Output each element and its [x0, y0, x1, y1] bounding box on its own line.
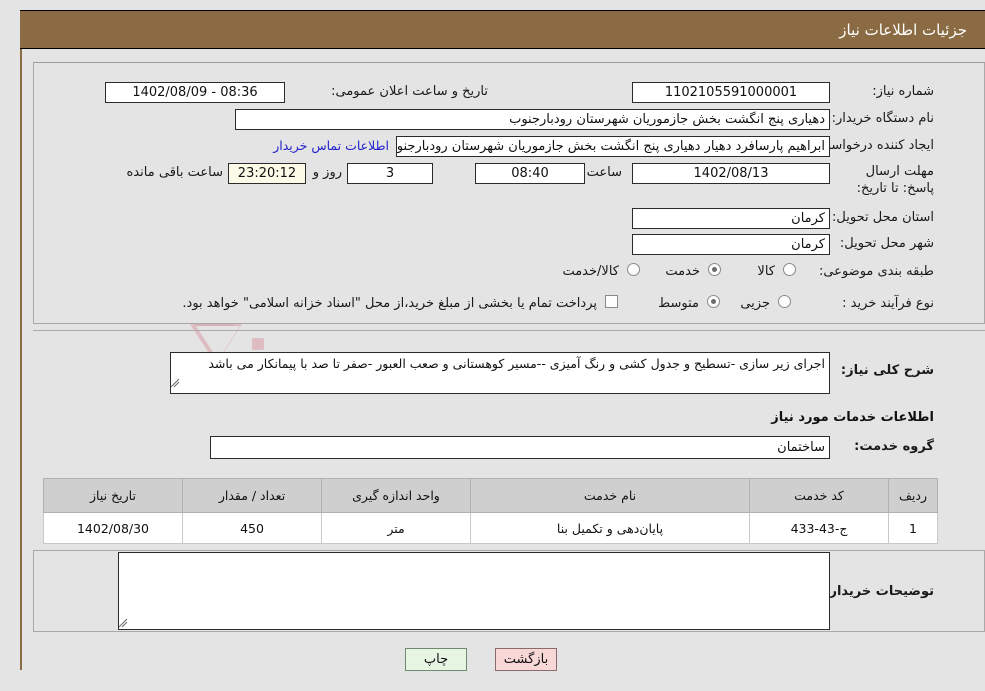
hour-value: 08:40 [475, 163, 585, 184]
radio-process-jozii[interactable] [778, 295, 791, 308]
process-label: نوع فرآیند خرید : [842, 296, 934, 311]
category-label: طبقه بندی موضوعی: [818, 264, 934, 279]
deadline-date-value: 1402/08/13 [632, 163, 830, 184]
province-value: کرمان [632, 208, 830, 229]
cell-name: پایان‌دهی و تکمیل بنا [470, 512, 750, 544]
buyer-org-value: دهیاری پنج انگشت بخش جازموریان شهرستان ر… [235, 109, 830, 130]
page-title-bar: جزئیات اطلاعات نیاز [20, 10, 985, 49]
services-section-title: اطلاعات خدمات مورد نیاز [771, 410, 934, 425]
deadline-label: مهلت ارسال پاسخ: تا تاریخ: [856, 164, 934, 196]
city-label: شهر محل تحویل: [839, 236, 934, 251]
requester-value: ابراهیم پارسافرد دهیار دهیاری پنج انگشت … [396, 136, 830, 157]
countdown-value: 23:20:12 [228, 163, 306, 184]
cell-radif: 1 [888, 512, 938, 544]
checkbox-islamic-treasury-bonds[interactable] [605, 295, 618, 308]
panel-separator [33, 330, 985, 331]
radio-process-motevaset[interactable] [707, 295, 720, 308]
print-button[interactable]: چاپ [405, 648, 467, 671]
watermark-dot-icon [252, 338, 264, 350]
cell-quantity: 450 [182, 512, 322, 544]
general-description-textarea[interactable]: اجرای زیر سازی -تسطیح و جدول کشی و رنگ آ… [170, 352, 830, 394]
page-root: AriaTender.net جزئیات اطلاعات نیاز شماره… [0, 0, 985, 691]
countdown-label: ساعت باقی مانده [126, 165, 223, 180]
radio-category-kala-khedmat-label: کالا/خدمت [562, 264, 619, 279]
col-quantity: تعداد / مقدار [182, 478, 322, 513]
radio-category-kala-khedmat[interactable] [627, 263, 640, 276]
announce-datetime-label: تاریخ و ساعت اعلان عمومی: [331, 84, 488, 99]
days-label: روز و [312, 165, 342, 180]
col-name: نام خدمت [470, 478, 750, 513]
col-radif: ردیف [888, 478, 938, 513]
announce-datetime-value: 1402/08/09 - 08:36 [105, 82, 285, 103]
table-header-row: ردیف کد خدمت نام خدمت واحد اندازه گیری ت… [43, 478, 938, 513]
col-code: کد خدمت [749, 478, 889, 513]
city-value: کرمان [632, 234, 830, 255]
radio-category-kala-label: کالا [757, 264, 775, 279]
buyer-notes-label: توضیحات خریدار: [824, 584, 934, 599]
buyer-notes-textarea[interactable] [118, 552, 830, 630]
need-number-label: شماره نیاز: [872, 84, 934, 99]
days-value: 3 [347, 163, 433, 184]
service-group-value: ساختمان [210, 436, 830, 459]
province-label: استان محل تحویل: [832, 210, 934, 225]
hour-label: ساعت [586, 165, 622, 180]
services-table: ردیف کد خدمت نام خدمت واحد اندازه گیری ت… [43, 478, 938, 544]
radio-process-motevaset-label: متوسط [658, 296, 699, 311]
col-date: تاریخ نیاز [43, 478, 183, 513]
checkbox-islamic-treasury-bonds-label: پرداخت تمام یا بخشی از مبلغ خرید،از محل … [182, 296, 597, 311]
cell-unit: متر [321, 512, 471, 544]
service-group-label: گروه خدمت: [854, 439, 934, 454]
radio-category-khedmat[interactable] [708, 263, 721, 276]
radio-category-khedmat-label: خدمت [665, 264, 700, 279]
buyer-contact-link[interactable]: اطلاعات تماس خریدار [273, 138, 389, 153]
page-title: جزئیات اطلاعات نیاز [839, 20, 967, 39]
table-row: 1 ج-43-433 پایان‌دهی و تکمیل بنا متر 450… [43, 512, 938, 544]
radio-category-kala[interactable] [783, 263, 796, 276]
requester-label: ایجاد کننده درخواست: [814, 138, 934, 153]
need-number-value: 1102105591000001 [632, 82, 830, 103]
col-unit: واحد اندازه گیری [321, 478, 471, 513]
back-button[interactable]: بازگشت [495, 648, 557, 671]
cell-code: ج-43-433 [749, 512, 889, 544]
radio-process-jozii-label: جزیی [740, 296, 770, 311]
general-description-label: شرح کلی نیاز: [840, 363, 934, 378]
cell-date: 1402/08/30 [43, 512, 183, 544]
buyer-org-label: نام دستگاه خریدار: [831, 111, 934, 126]
left-rail-divider [20, 10, 22, 670]
